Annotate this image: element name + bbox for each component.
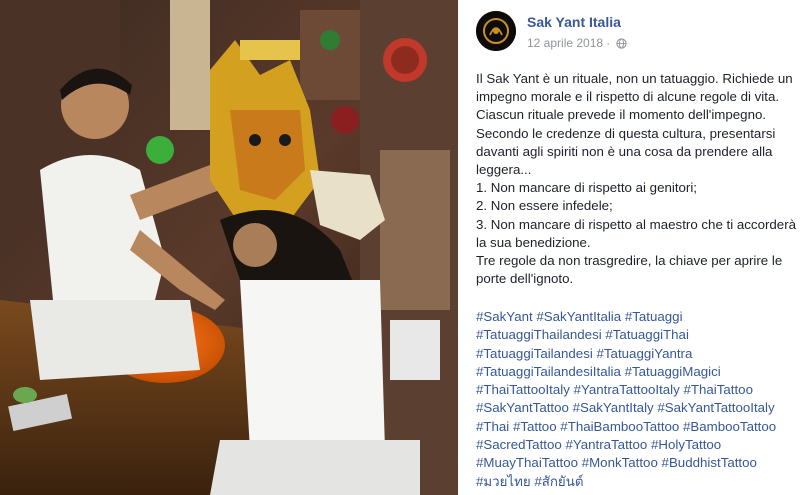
- hashtag-link[interactable]: #TatuaggiThai: [605, 327, 689, 342]
- facebook-post: Sak Yant Italia 12 aprile 2018 · Il Sak …: [0, 0, 811, 495]
- globe-icon[interactable]: [616, 37, 627, 49]
- hashtag-link[interactable]: #SakYantTattooItaly: [657, 400, 774, 415]
- hashtag-link[interactable]: #ThaiTattooItaly: [476, 382, 570, 397]
- post-photo[interactable]: [0, 0, 458, 495]
- hashtag-link[interactable]: #SacredTattoo: [476, 437, 562, 452]
- post-paragraph: Il Sak Yant è un rituale, non un tatuagg…: [476, 71, 793, 178]
- hashtag-link[interactable]: #MuayThaiTattoo: [476, 455, 578, 470]
- post-meta: 12 aprile 2018 ·: [527, 36, 627, 50]
- hashtag-link[interactable]: #YantraTattoo: [565, 437, 647, 452]
- hashtag-link[interactable]: #TatuaggiTailandesi: [476, 346, 593, 361]
- hashtag-link[interactable]: #สักยันต์: [534, 474, 583, 489]
- hashtag-link[interactable]: #BuddhistTattoo: [662, 455, 757, 470]
- hashtag-link[interactable]: #SakYantTattoo: [476, 400, 569, 415]
- rule-2: 2. Non essere infedele;: [476, 198, 613, 214]
- hashtag-link[interactable]: #ThaiTattoo: [683, 382, 752, 397]
- post-text: Il Sak Yant è un rituale, non un tatuagg…: [476, 70, 798, 288]
- hashtag-link[interactable]: #TatuaggiThailandesi: [476, 327, 602, 342]
- hashtag-link[interactable]: #SakYantItaly: [573, 400, 654, 415]
- hashtag-link[interactable]: #Thai: [476, 419, 509, 434]
- post-closing: Tre regole da non trasgredire, la chiave…: [476, 253, 783, 287]
- hashtag-link[interactable]: #TatuaggiTailandesiItalia: [476, 364, 621, 379]
- hashtag-list: #SakYant #SakYantItalia #Tatuaggi #Tatua…: [476, 308, 806, 491]
- hashtag-link[interactable]: #มวยไทย: [476, 474, 531, 489]
- page-name-link[interactable]: Sak Yant Italia: [527, 14, 621, 30]
- page-avatar[interactable]: [476, 11, 516, 51]
- hashtag-link[interactable]: #ThaiBambooTattoo: [560, 419, 679, 434]
- hashtag-link[interactable]: #MonkTattoo: [582, 455, 658, 470]
- hashtag-link[interactable]: #TatuaggiMagici: [625, 364, 721, 379]
- hashtag-link[interactable]: #SakYantItalia: [536, 309, 621, 324]
- ritual-photo: [0, 0, 458, 495]
- hashtag-link[interactable]: #YantraTattooItaly: [574, 382, 680, 397]
- post-date[interactable]: 12 aprile 2018: [527, 36, 603, 50]
- hashtag-link[interactable]: #SakYant: [476, 309, 533, 324]
- hashtag-link[interactable]: #BambooTattoo: [683, 419, 776, 434]
- hashtag-link[interactable]: #TatuaggiYantra: [597, 346, 693, 361]
- sak-yant-logo-icon: [476, 11, 516, 51]
- rule-1: 1. Non mancare di rispetto ai genitori;: [476, 180, 697, 196]
- hashtag-link[interactable]: #HolyTattoo: [651, 437, 721, 452]
- hashtag-link[interactable]: #Tattoo: [513, 419, 557, 434]
- rule-3: 3. Non mancare di rispetto al maestro ch…: [476, 216, 797, 250]
- hashtag-link[interactable]: #Tatuaggi: [625, 309, 683, 324]
- meta-separator: ·: [606, 36, 611, 50]
